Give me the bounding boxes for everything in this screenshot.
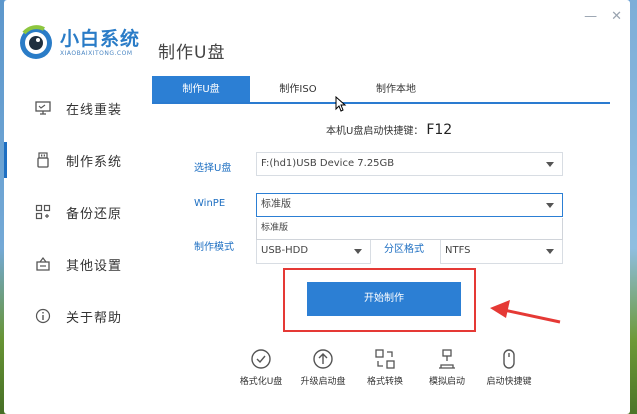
sidebar-item-label: 备份还原 — [66, 206, 123, 222]
tool-boot-hotkey[interactable]: 启动快捷键 — [478, 348, 540, 387]
window-controls: — ✕ — [584, 10, 622, 24]
tool-label: 格式化U盘 — [239, 377, 283, 387]
sidebar-item-online-reinstall[interactable]: 在线重装 — [4, 82, 144, 134]
sidebar-item-backup-restore[interactable]: 备份还原 — [4, 186, 144, 238]
usb-select-label: 选择U盘 — [194, 163, 232, 174]
chevron-down-icon — [546, 249, 554, 254]
tool-bar: 格式化U盘 升级启动盘 格式转换 模拟启动 启动快捷键 — [230, 348, 540, 387]
sidebar-item-make-system[interactable]: 制作系统 — [4, 134, 144, 186]
tab-bar: 制作U盘 制作ISO 制作本地 — [152, 76, 610, 104]
tool-label: 模拟启动 — [428, 377, 465, 387]
app-subtitle: XIAOBAIXITONG.COM — [60, 50, 133, 57]
check-circle-icon — [251, 349, 271, 369]
hotkey-value: F12 — [426, 122, 453, 138]
usb-select[interactable]: F:(hd1)USB Device 7.25GB — [256, 152, 563, 176]
sidebar: 在线重装 制作系统 备份还原 其他设置 关于帮助 — [4, 82, 144, 342]
minimize-icon[interactable]: — — [584, 10, 597, 24]
mode-select-value: USB-HDD — [261, 245, 309, 256]
sidebar-item-label: 其他设置 — [66, 258, 123, 274]
usb-select-value: F:(hd1)USB Device 7.25GB — [261, 158, 395, 169]
sidebar-item-other-settings[interactable]: 其他设置 — [4, 238, 144, 290]
chevron-down-icon — [546, 162, 554, 167]
tool-label: 升级启动盘 — [300, 377, 346, 387]
winpe-select-value: 标准版 — [261, 199, 291, 210]
usb-icon — [34, 151, 52, 169]
close-icon[interactable]: ✕ — [611, 10, 622, 24]
mode-select-label: 制作模式 — [194, 242, 234, 253]
app-name: 小白系统 — [60, 28, 141, 50]
sidebar-item-label: 制作系统 — [66, 154, 123, 170]
winpe-select-label: WinPE — [194, 198, 226, 209]
tool-format-convert[interactable]: 格式转换 — [354, 348, 416, 387]
monitor-icon — [34, 99, 52, 117]
sidebar-item-label: 在线重装 — [66, 102, 123, 118]
info-icon — [34, 307, 52, 325]
partition-select[interactable]: NTFS — [440, 240, 563, 264]
hotkey-label: 本机U盘启动快捷键： — [326, 126, 424, 137]
winpe-dropdown-option[interactable]: 标准版 — [256, 218, 563, 240]
winpe-select[interactable]: 标准版 — [256, 193, 563, 217]
tab-make-local[interactable]: 制作本地 — [346, 76, 446, 102]
logo-icon — [18, 25, 54, 61]
app-logo: 小白系统 XIAOBAIXITONG.COM — [18, 25, 140, 61]
tab-make-usb[interactable]: 制作U盘 — [152, 76, 250, 102]
convert-icon — [375, 349, 395, 369]
backup-grid-icon — [34, 203, 52, 221]
desktop-background-right — [630, 0, 637, 414]
tool-upgrade-boot-disk[interactable]: 升级启动盘 — [292, 348, 354, 387]
mode-select[interactable]: USB-HDD — [256, 240, 371, 264]
mouse-cursor-icon — [335, 96, 347, 112]
tab-make-iso[interactable]: 制作ISO — [250, 76, 346, 102]
app-window: 小白系统 XIAOBAIXITONG.COM — ✕ 制作U盘 在线重装 制作系… — [4, 0, 630, 414]
chevron-down-icon — [546, 203, 554, 208]
simulate-icon — [439, 349, 455, 369]
sidebar-item-about-help[interactable]: 关于帮助 — [4, 290, 144, 342]
tool-format-usb[interactable]: 格式化U盘 — [230, 348, 292, 387]
mouse-icon — [503, 349, 515, 369]
upload-circle-icon — [313, 349, 333, 369]
tool-label: 启动快捷键 — [486, 377, 532, 387]
chevron-down-icon — [354, 249, 362, 254]
pointer-arrow-icon — [490, 300, 561, 324]
page-title: 制作U盘 — [158, 43, 226, 63]
partition-select-label: 分区格式 — [384, 244, 424, 255]
tool-label: 格式转换 — [366, 377, 403, 387]
settings-box-icon — [34, 255, 52, 273]
sidebar-item-label: 关于帮助 — [66, 310, 123, 326]
hotkey-info: 本机U盘启动快捷键： F12 — [326, 122, 452, 138]
partition-select-value: NTFS — [445, 245, 471, 256]
start-button[interactable]: 开始制作 — [307, 282, 461, 316]
tool-simulate-boot[interactable]: 模拟启动 — [416, 348, 478, 387]
